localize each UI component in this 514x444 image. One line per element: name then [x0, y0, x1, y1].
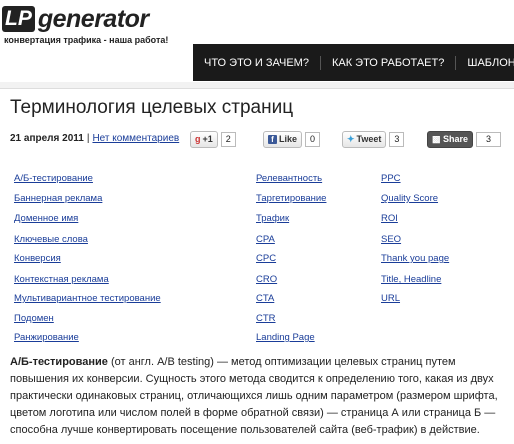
- logo[interactable]: LP generator: [2, 2, 149, 36]
- term-link[interactable]: ROI: [381, 213, 398, 224]
- term-link[interactable]: CPA: [256, 234, 275, 245]
- term-link[interactable]: CTA: [256, 293, 274, 304]
- term-link[interactable]: Баннерная реклама: [14, 193, 102, 204]
- term-link[interactable]: PPC: [381, 173, 401, 184]
- logo-name: generator: [37, 4, 149, 33]
- header: LP generator конвертация трафика - наша …: [0, 0, 514, 82]
- term-link[interactable]: CRO: [256, 274, 277, 285]
- term-link[interactable]: Подомен: [14, 313, 54, 324]
- generic-share: ▩ Share 3: [427, 131, 502, 148]
- share-icon: ▩: [432, 134, 444, 144]
- main-nav: ЧТО ЭТО И ЗАЧЕМ? КАК ЭТО РАБОТАЕТ? ШАБЛО…: [193, 44, 514, 81]
- tweet-button[interactable]: ✦ Tweet: [342, 131, 387, 148]
- term-link[interactable]: Quality Score: [381, 193, 438, 204]
- post-date: 21 апреля 2011: [10, 133, 84, 144]
- nav-item-what[interactable]: ЧТО ЭТО И ЗАЧЕМ?: [193, 55, 321, 70]
- term-link[interactable]: Мультивариантное тестирование: [14, 293, 161, 304]
- logo-lp: LP: [2, 6, 35, 32]
- definition-text: (от англ. A/B testing) — метод оптимизац…: [10, 356, 498, 436]
- google-plus-share: g +1 2: [190, 131, 236, 148]
- tweet-label: Tweet: [356, 134, 382, 144]
- term-link[interactable]: Title, Headline: [381, 274, 441, 285]
- definition-term: А/Б-тестирование: [10, 356, 108, 368]
- term-link[interactable]: Thank you page: [381, 253, 449, 264]
- share-button[interactable]: ▩ Share: [427, 131, 474, 148]
- comments-link[interactable]: Нет комментариев: [92, 133, 179, 144]
- nav-item-how[interactable]: КАК ЭТО РАБОТАЕТ?: [321, 55, 457, 70]
- nav-item-templates[interactable]: ШАБЛОНЫ: [456, 56, 514, 70]
- facebook-share: f Like 0: [263, 131, 321, 148]
- term-link[interactable]: Релевантность: [256, 173, 322, 184]
- facebook-icon: f: [268, 135, 277, 144]
- google-plus-button[interactable]: g +1: [190, 131, 218, 148]
- term-link[interactable]: CTR: [256, 313, 276, 324]
- google-icon: g: [195, 134, 201, 144]
- term-link[interactable]: CPC: [256, 253, 276, 264]
- tweet-count: 3: [389, 132, 405, 147]
- meta-separator: |: [86, 133, 90, 144]
- google-plus-label: +1: [202, 134, 213, 144]
- twitter-share: ✦ Tweet 3: [342, 131, 405, 148]
- logo-tagline: конвертация трафика - наша работа!: [4, 35, 169, 45]
- facebook-like-button[interactable]: f Like: [263, 131, 303, 148]
- term-link[interactable]: Контекстная реклама: [14, 274, 109, 285]
- term-link[interactable]: Таргетирование: [256, 193, 326, 204]
- term-link[interactable]: Ключевые слова: [14, 234, 88, 245]
- share-label: Share: [443, 134, 469, 144]
- term-link[interactable]: Ранжирование: [14, 332, 79, 343]
- article-meta: 21 апреля 2011 | Нет комментариев: [10, 133, 179, 144]
- facebook-like-label: Like: [279, 134, 298, 144]
- term-link[interactable]: Landing Page: [256, 332, 315, 343]
- definition-paragraph: А/Б-тестирование (от англ. A/B testing) …: [10, 354, 505, 439]
- share-count: 3: [476, 132, 502, 147]
- term-link[interactable]: Конверсия: [14, 253, 61, 264]
- page-title: Терминология целевых страниц: [10, 97, 294, 118]
- facebook-like-count: 0: [305, 132, 321, 147]
- bird-icon: ✦: [347, 134, 355, 144]
- term-link[interactable]: А/Б-тестирование: [14, 173, 93, 184]
- google-plus-count: 2: [220, 132, 236, 147]
- article-card: Терминология целевых страниц 21 апреля 2…: [0, 88, 514, 444]
- term-link[interactable]: Доменное имя: [14, 213, 78, 224]
- term-link[interactable]: URL: [381, 293, 400, 304]
- term-link[interactable]: Трафик: [256, 213, 289, 224]
- term-link[interactable]: SEO: [381, 234, 401, 245]
